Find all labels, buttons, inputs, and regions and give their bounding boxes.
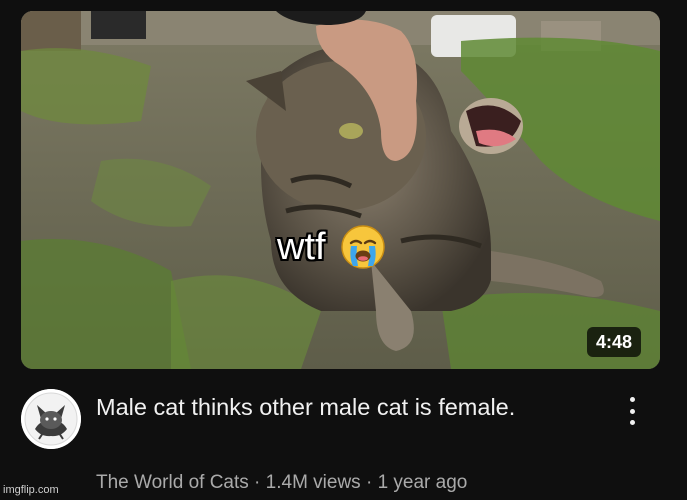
video-title[interactable]: Male cat thinks other male cat is female…: [96, 392, 586, 423]
thumbnail-image: [21, 11, 660, 369]
duration-badge: 4:48: [587, 327, 642, 357]
video-thumbnail[interactable]: wtf 4:48: [21, 11, 660, 369]
channel-name[interactable]: The World of Cats: [96, 472, 249, 493]
meta-separator: ·: [254, 472, 261, 493]
watermark: imgflip.com: [3, 484, 59, 496]
loudly-crying-face-icon: [340, 224, 386, 270]
caption-text: wtf: [277, 225, 326, 268]
thumbnail-caption: wtf: [277, 222, 386, 272]
upload-age: 1 year ago: [377, 472, 468, 493]
video-metadata: The World of Cats · 1.4M views · 1 year …: [96, 472, 467, 494]
ellipsis-dot: [629, 420, 635, 425]
channel-avatar[interactable]: [21, 389, 81, 449]
ellipsis-dot: [629, 408, 635, 414]
meta-separator: ·: [365, 472, 373, 493]
view-count: 1.4M views: [265, 472, 361, 493]
channel-logo: [21, 389, 81, 449]
vertical-ellipsis-icon[interactable]: [621, 394, 643, 428]
ellipsis-dot: [629, 397, 635, 402]
